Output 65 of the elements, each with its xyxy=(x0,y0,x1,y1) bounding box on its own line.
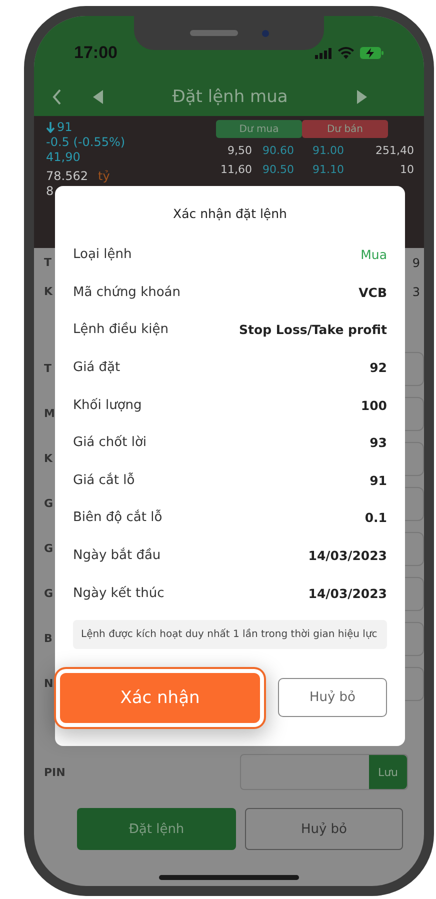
price-change: -0.5 (-0.55%) xyxy=(46,135,126,150)
previous-triangle-icon[interactable] xyxy=(92,89,104,105)
depth-tab[interactable]: Dư bán xyxy=(302,120,388,138)
detail-label: Khối lượng xyxy=(73,398,142,413)
next-triangle-icon[interactable] xyxy=(356,89,368,105)
wifi-icon xyxy=(338,47,354,59)
pin-label: PIN xyxy=(44,766,66,778)
depth-cell-text: 11,60 xyxy=(220,163,252,176)
detail-label: Giá cắt lỗ xyxy=(73,472,135,488)
form-label: K xyxy=(44,285,53,298)
form-label: T xyxy=(44,362,52,375)
last-price: 91 xyxy=(46,120,196,135)
trade-volume: 78.562 tỷ xyxy=(46,169,111,184)
detail-value: Stop Loss/Take profit xyxy=(239,322,387,338)
depth-cell-text: 9,50 xyxy=(226,144,252,157)
detail-value: 14/03/2023 xyxy=(308,586,387,601)
screen-title: Đặt lệnh mua xyxy=(171,87,289,107)
depth-cell-text: 91.00 xyxy=(312,144,344,157)
depth-cell-text: 90.50 xyxy=(262,163,294,176)
detail-value: 14/03/2023 xyxy=(308,548,387,564)
detail-value: 0.1 xyxy=(364,510,387,526)
detail-label: Biên độ cắt lỗ xyxy=(73,510,162,526)
form-label: G xyxy=(44,587,54,600)
battery-charging-icon xyxy=(360,47,384,59)
signal-icon xyxy=(315,48,332,58)
form-label: N xyxy=(44,677,54,690)
detail-value: 92 xyxy=(370,360,387,376)
detail-label: Loại lệnh xyxy=(73,247,132,262)
dialog-title: Xác nhận đặt lệnh xyxy=(172,206,288,221)
detail-label: Ngày bắt đầu xyxy=(73,548,161,564)
depth-tab[interactable]: Dư mua xyxy=(216,120,302,138)
form-value: 3 xyxy=(412,284,420,298)
detail-label: Mã chứng khoán xyxy=(73,284,180,300)
detail-value: 93 xyxy=(370,435,387,450)
quote-value: 41,90 xyxy=(46,150,82,165)
form-label: T xyxy=(44,256,52,269)
down-arrow-icon xyxy=(46,122,55,133)
form-label: K xyxy=(44,452,53,465)
detail-label: Ngày kết thúc xyxy=(73,586,164,601)
status-time: 17:00 xyxy=(74,43,118,63)
detail-label: Giá đặt xyxy=(73,360,120,376)
form-label: B xyxy=(44,632,52,645)
form-label: M xyxy=(44,407,55,420)
back-chevron-icon[interactable] xyxy=(52,89,62,105)
detail-value: 100 xyxy=(360,398,387,413)
detail-value: 91 xyxy=(370,472,387,488)
cancel-button[interactable]: Huỷ bỏ xyxy=(245,808,403,850)
detail-label: Giá chốt lời xyxy=(73,435,147,450)
depth-cell-text: 10 xyxy=(399,163,414,176)
form-value: 9 xyxy=(412,256,420,270)
place-order-button[interactable]: Đặt lệnh xyxy=(77,808,236,850)
form-label: G xyxy=(44,497,54,510)
detail-value: VCB xyxy=(358,284,387,300)
cancel-button[interactable]: Huỷ bỏ xyxy=(278,678,387,718)
quote-value: 8 xyxy=(46,184,55,199)
detail-label: Lệnh điều kiện xyxy=(73,322,168,338)
form-label: G xyxy=(44,542,54,555)
pin-field[interactable]: Lưu xyxy=(240,754,408,790)
save-button[interactable]: Lưu xyxy=(369,755,407,789)
confirm-button[interactable]: Xác nhận xyxy=(60,672,260,723)
info-note: Lệnh được kích hoạt duy nhất 1 lần trong thời gian hiệu lực xyxy=(73,620,387,649)
depth-cell-text: 91.10 xyxy=(312,163,344,176)
detail-value: Mua xyxy=(360,247,387,262)
depth-cell-text: 90.60 xyxy=(262,144,294,157)
depth-cell-text: 251,40 xyxy=(374,144,414,157)
